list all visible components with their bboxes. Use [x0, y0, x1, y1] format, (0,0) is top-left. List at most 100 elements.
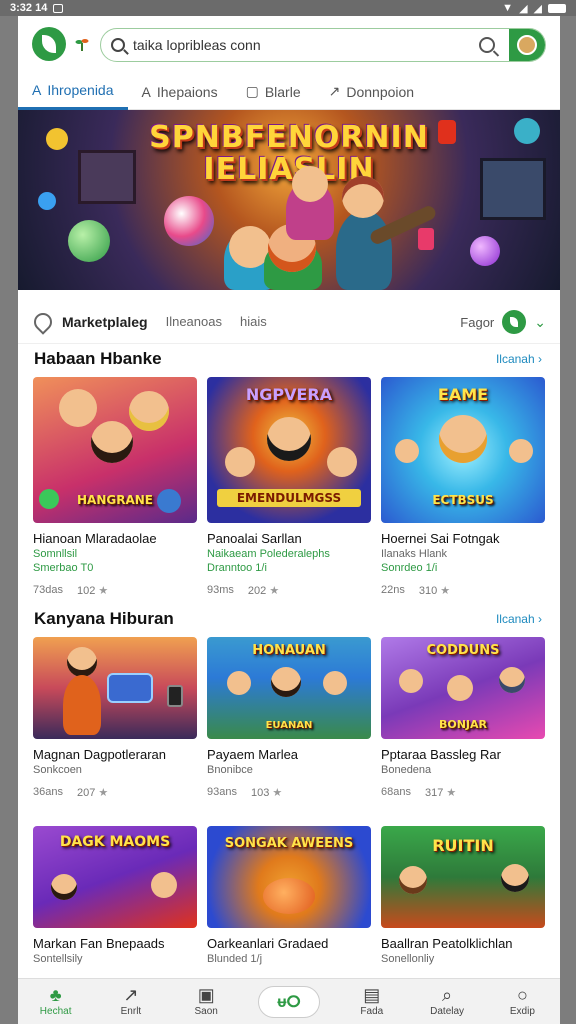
- game-card[interactable]: EAME ECTBSUS Hoernei Sai Fotngak Ilanaks…: [381, 377, 545, 597]
- character-face: [151, 872, 177, 898]
- thumbnail-title: EAME: [437, 385, 489, 404]
- thumbnail-title: HONAUAN: [252, 643, 326, 658]
- tab-third[interactable]: ▢ Blarle: [232, 74, 315, 110]
- filter-option[interactable]: Ilneanoas: [166, 314, 222, 329]
- card-count: 310 ★: [419, 584, 450, 597]
- tab-label: Ihepaions: [156, 83, 218, 100]
- app-window: taika lopribleas conn A Ihropenida A Ihe…: [18, 16, 560, 1024]
- tab-home[interactable]: A Ihropenida: [18, 74, 128, 110]
- card-count: 103 ★: [251, 786, 282, 799]
- game-card[interactable]: CODDUNS BONJAR Pptaraa Bassleg Rar Boned…: [381, 637, 545, 799]
- profile-button[interactable]: [509, 29, 545, 61]
- filter-dropdown-label: Fagor: [460, 314, 495, 330]
- see-all-link[interactable]: Ilcanah ›: [496, 612, 542, 626]
- character-face: [227, 671, 251, 695]
- sprout-icon[interactable]: [74, 36, 90, 52]
- device-decoration: [107, 673, 153, 703]
- nav-label: Enrlt: [120, 1006, 142, 1017]
- thumbnail-text: ECTBSUS: [432, 493, 494, 507]
- character-face: [271, 667, 301, 697]
- game-thumbnail: SONGAK AWEENS: [207, 826, 371, 928]
- search-icon: ⌕: [442, 985, 453, 1005]
- tab-second[interactable]: A Ihepaions: [128, 74, 232, 110]
- arrow-icon: ↗: [328, 83, 341, 99]
- see-all-link[interactable]: Ilcanah ›: [496, 352, 542, 366]
- game-thumbnail: RUITIN: [381, 826, 545, 928]
- character-face: [129, 391, 169, 431]
- hero-banner[interactable]: SPNBFENORNIN IELIASLIN: [18, 110, 560, 290]
- thumbnail-text: EMENDULMGSS: [217, 489, 361, 507]
- card-rating: 93ans: [207, 786, 237, 798]
- card-count: 202 ★: [248, 584, 279, 597]
- character-face: [225, 447, 255, 477]
- game-card[interactable]: Magnan Dagpotleraran Sonkcoen 36ans 207 …: [33, 637, 197, 799]
- game-card[interactable]: RUITIN Baallran Peatolklichlan Sonellonl…: [381, 826, 545, 965]
- signal-icon-2: ◢: [533, 2, 542, 15]
- orb-decoration: [68, 220, 110, 262]
- card-rating: 22ns: [381, 584, 405, 596]
- nav-center[interactable]: ᵾⵔ: [244, 979, 334, 1024]
- character-face: [342, 176, 384, 218]
- app-logo[interactable]: [32, 27, 66, 61]
- card-title: Magnan Dagpotleraran: [33, 747, 166, 762]
- card-tag: Somnllsil: [33, 548, 78, 560]
- card-count-value: 202: [247, 585, 267, 597]
- nav-label: Exdip: [509, 1006, 535, 1017]
- game-card[interactable]: SONGAK AWEENS Oarkeanlari Gradaed Blunde…: [207, 826, 371, 965]
- home-icon: ♣: [49, 985, 62, 1005]
- wifi-icon: ▼: [502, 2, 514, 14]
- card-count: 102 ★: [77, 584, 108, 597]
- nav-feed[interactable]: ▤ Fada: [334, 979, 409, 1024]
- thumbnail-title: DAGK MAOMS: [59, 834, 171, 850]
- character-face: [499, 667, 525, 693]
- notification-icon: [53, 3, 64, 13]
- search-submit-icon[interactable]: [479, 37, 495, 53]
- leaf-icon: [502, 310, 527, 334]
- card-title: Hianoan Mlaradaolae: [33, 531, 157, 546]
- card-rating: 93ms: [207, 584, 234, 596]
- nav-saved[interactable]: ▣ Saon: [169, 979, 244, 1024]
- signal-icon: ◢: [519, 2, 528, 15]
- nav-explore[interactable]: ↗ Enrlt: [93, 979, 168, 1024]
- card-title: Baallran Peatolklichlan: [381, 936, 513, 951]
- card-subtitle: Sonrdeo 1/i: [381, 562, 438, 574]
- card-title: Pptaraa Bassleg Rar: [381, 747, 501, 762]
- see-all-label: Ilcanah: [495, 612, 535, 626]
- card-count: 317 ★: [425, 786, 456, 799]
- game-card[interactable]: HANGRANE Hianoan Mlaradaolae Somnllsil S…: [33, 377, 197, 597]
- search-input[interactable]: taika lopribleas conn: [133, 37, 479, 53]
- battery-icon: [548, 3, 566, 13]
- card-count: 207 ★: [77, 786, 108, 799]
- a-icon: A: [32, 82, 42, 98]
- tab-fourth[interactable]: ↗ Donnpoion: [315, 74, 428, 110]
- thumbnail-title: SONGAK AWEENS: [224, 836, 354, 851]
- status-time: 3:32 14: [10, 2, 48, 14]
- card-count-value: 310: [418, 585, 438, 597]
- star-icon: ★: [446, 787, 457, 799]
- filter-dropdown[interactable]: Fagor ⌄: [460, 310, 546, 334]
- filter-marketplace[interactable]: Marketplaleg: [62, 314, 148, 330]
- tab-label: Blarle: [264, 83, 301, 100]
- game-card[interactable]: HONAUAN EUANAN Payaem Marlea Bnonibce 93…: [207, 637, 371, 799]
- nav-search[interactable]: ⌕ Datelay: [409, 979, 484, 1024]
- a-icon: A: [141, 83, 151, 100]
- search-icon: [111, 38, 125, 52]
- character-face: [323, 671, 347, 695]
- filter-option[interactable]: hiais: [240, 314, 267, 329]
- location-pin-icon[interactable]: [30, 308, 56, 335]
- game-card[interactable]: NGPVERA EMENDULMGSS Panoalai Sarllan Nai…: [207, 377, 371, 597]
- search-bar[interactable]: taika lopribleas conn: [100, 28, 546, 62]
- nav-profile[interactable]: ○ Exdip: [485, 979, 560, 1024]
- character-face: [439, 415, 487, 463]
- character-face: [399, 866, 427, 894]
- top-bar: taika lopribleas conn: [18, 16, 560, 74]
- nav-label: Fada: [360, 1006, 384, 1017]
- nav-home[interactable]: ♣ Hechat: [18, 979, 93, 1024]
- card-subtitle: Sonellonliy: [381, 953, 435, 965]
- nav-label: Datelay: [430, 1006, 465, 1017]
- see-all-label: Ilcanah: [495, 352, 535, 366]
- game-card[interactable]: DAGK MAOMS Markan Fan Bnepaads Sontellsi…: [33, 826, 197, 965]
- center-action-button[interactable]: ᵾⵔ: [258, 985, 320, 1018]
- explore-icon: ↗: [123, 985, 139, 1005]
- card-title: Hoernei Sai Fotngak: [381, 531, 500, 546]
